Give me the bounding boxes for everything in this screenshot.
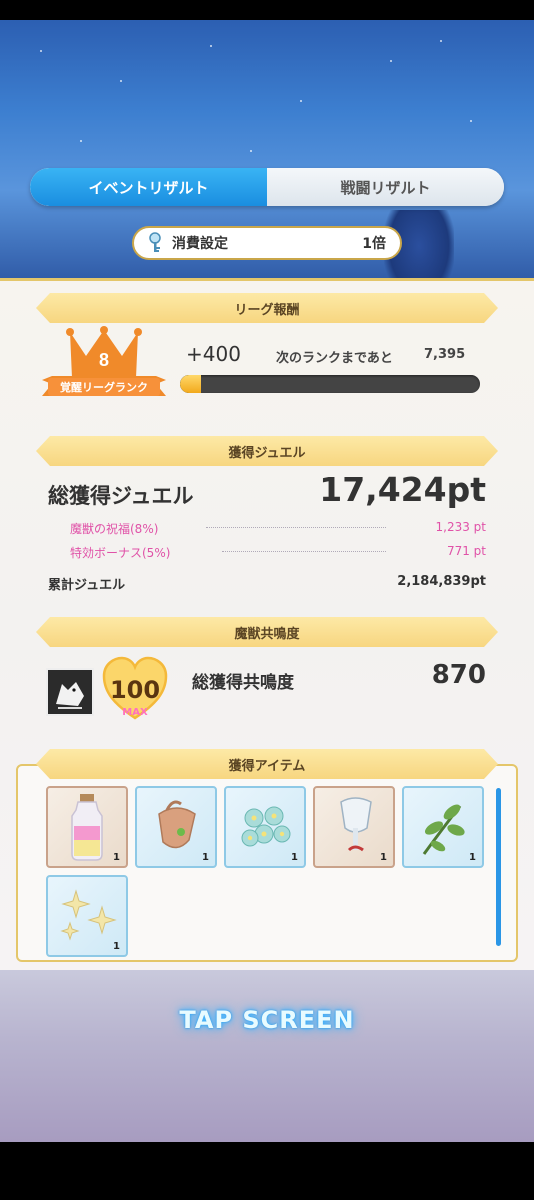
- heart-value: 100: [109, 676, 161, 704]
- rank-number: 8: [99, 350, 109, 370]
- item-quantity: 1: [113, 941, 120, 952]
- bonus-value: 1,233 pt: [435, 520, 487, 534]
- item-flower-bouquet[interactable]: 1: [224, 786, 306, 868]
- next-rank-value: 7,395: [424, 347, 466, 362]
- total-jewel-label: 総獲得ジュエル: [48, 484, 194, 508]
- total-jewel-value: 17,424pt: [319, 470, 486, 509]
- key-icon: [149, 232, 161, 252]
- resonance-section-banner: 魔獣共鳴度: [36, 617, 498, 647]
- tab-battle-result[interactable]: 戦闘リザルト: [267, 168, 504, 206]
- item-bell-flower[interactable]: 1: [313, 786, 395, 868]
- consume-setting-value: 1倍: [362, 236, 386, 252]
- resonance-total-label: 総獲得共鳴度: [192, 673, 294, 693]
- items-section-banner: 獲得アイテム: [36, 749, 498, 779]
- consume-setting[interactable]: 消費設定 1倍: [132, 226, 402, 260]
- next-rank-label: 次のランクまであと: [276, 351, 393, 366]
- tap-screen-prompt[interactable]: TAP SCREEN: [0, 1006, 534, 1034]
- item-quantity: 1: [469, 852, 476, 863]
- consume-setting-label: 消費設定: [172, 236, 228, 252]
- rank-progress-fill: [180, 375, 201, 393]
- item-quantity: 1: [291, 852, 298, 863]
- dotted-leader: [206, 527, 386, 528]
- item-cloth-pouch[interactable]: 1: [135, 786, 217, 868]
- status-bar: [0, 0, 534, 20]
- bonus-label: 特効ボーナス(5%): [70, 546, 171, 560]
- rank-label: 覚醒リーグランク: [59, 380, 148, 394]
- beast-avatar-icon: [46, 668, 94, 716]
- cumulative-jewel-label: 累計ジュエル: [48, 578, 126, 593]
- result-screen[interactable]: イベントリザルト 戦闘リザルト 消費設定 1倍 リーグ報酬 8 覚醒リーグランク…: [0, 0, 534, 1200]
- items-scrollbar[interactable]: [496, 788, 501, 946]
- item-green-sprig[interactable]: 1: [402, 786, 484, 868]
- item-quantity: 1: [113, 852, 120, 863]
- item-quantity: 1: [380, 852, 387, 863]
- navigation-bar: [0, 1142, 534, 1200]
- item-quantity: 1: [202, 852, 209, 863]
- bottom-background: [0, 970, 534, 1142]
- item-sparkle-stars[interactable]: 1: [46, 875, 128, 957]
- bonus-value: 771 pt: [446, 544, 486, 558]
- result-tabs: イベントリザルト 戦闘リザルト: [30, 168, 504, 206]
- bonus-label: 魔獣の祝福(8%): [70, 522, 159, 536]
- dotted-leader: [222, 551, 386, 552]
- resonance-total-value: 870: [431, 660, 486, 690]
- rank-progress-bar: [180, 375, 480, 393]
- tab-event-result[interactable]: イベントリザルト: [30, 168, 267, 206]
- rank-crown-icon: 8 覚醒リーグランク: [42, 326, 166, 396]
- league-points-gained: +400: [186, 342, 241, 366]
- jewel-section-banner: 獲得ジュエル: [36, 436, 498, 466]
- item-potion-bottle[interactable]: 1: [46, 786, 128, 868]
- league-section-banner: リーグ報酬: [36, 293, 498, 323]
- cumulative-jewel-value: 2,184,839pt: [397, 574, 486, 589]
- heart-max-label: MAX: [122, 707, 148, 718]
